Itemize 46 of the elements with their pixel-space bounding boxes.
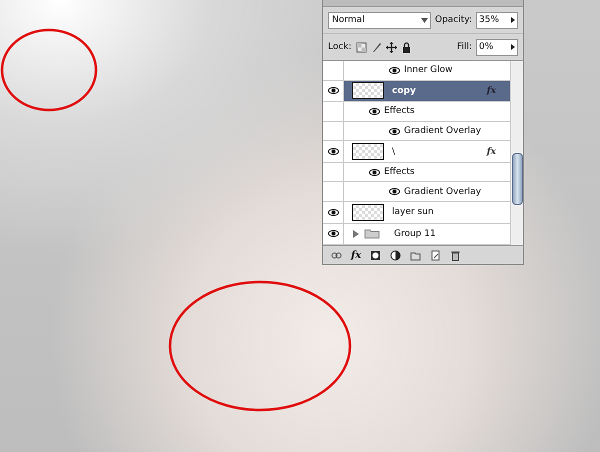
eye-icon[interactable] [389,66,400,74]
layer-thumbnail [352,82,384,100]
effect-row[interactable]: Gradient Overlay [323,122,510,142]
eye-icon[interactable] [389,128,400,134]
scrollbar[interactable] [510,61,523,245]
lock-icon[interactable] [400,42,412,52]
eye-icon[interactable] [328,230,338,238]
new-layer-icon[interactable] [430,250,442,260]
fx-label: fx [486,86,496,96]
eye-icon[interactable] [328,148,338,156]
eye-icon[interactable] [369,108,380,115]
layer-row[interactable]: \ fx [323,141,510,163]
blend-mode-dropdown[interactable]: Normal [328,12,431,28]
mask-icon[interactable] [370,250,382,260]
brush-icon[interactable] [370,42,382,52]
trash-icon[interactable] [450,250,462,260]
link-icon[interactable] [331,250,342,260]
effect-row[interactable]: Gradient Overlay [323,182,510,202]
group-row[interactable]: Group 11 [323,224,510,245]
eye-icon[interactable] [328,87,338,94]
folder-icon [364,228,380,240]
opacity-label: Opacity: [435,15,472,25]
opacity-field[interactable]: 35% [476,12,518,28]
fill-label: Fill: [456,42,472,52]
slider-arrow-icon[interactable] [511,44,515,50]
folder-icon[interactable] [410,250,422,260]
eye-icon[interactable] [328,208,338,216]
expand-triangle-icon[interactable] [352,230,359,238]
fx-label: fx [486,146,496,157]
lock-label: Lock: [328,42,352,52]
effects-row[interactable]: Effects [323,162,510,182]
layer-thumbnail [352,204,384,221]
effect-row[interactable]: Inner Glow [323,61,510,81]
eye-icon[interactable] [369,168,380,176]
lock-transparency-icon[interactable] [356,42,367,52]
layer-thumbnail [352,143,384,160]
eye-icon[interactable] [389,188,400,196]
move-icon[interactable] [386,42,397,52]
effects-row[interactable]: Effects [323,102,510,122]
fx-button[interactable]: fx [351,250,362,260]
dropdown-arrow-icon[interactable] [421,18,428,22]
fill-field[interactable]: 0% [476,38,518,56]
slider-arrow-icon[interactable] [511,17,515,23]
layer-row[interactable]: layer sun [323,202,510,224]
adjustment-icon[interactable] [390,250,402,260]
layer-row[interactable]: copy fx [323,80,510,102]
